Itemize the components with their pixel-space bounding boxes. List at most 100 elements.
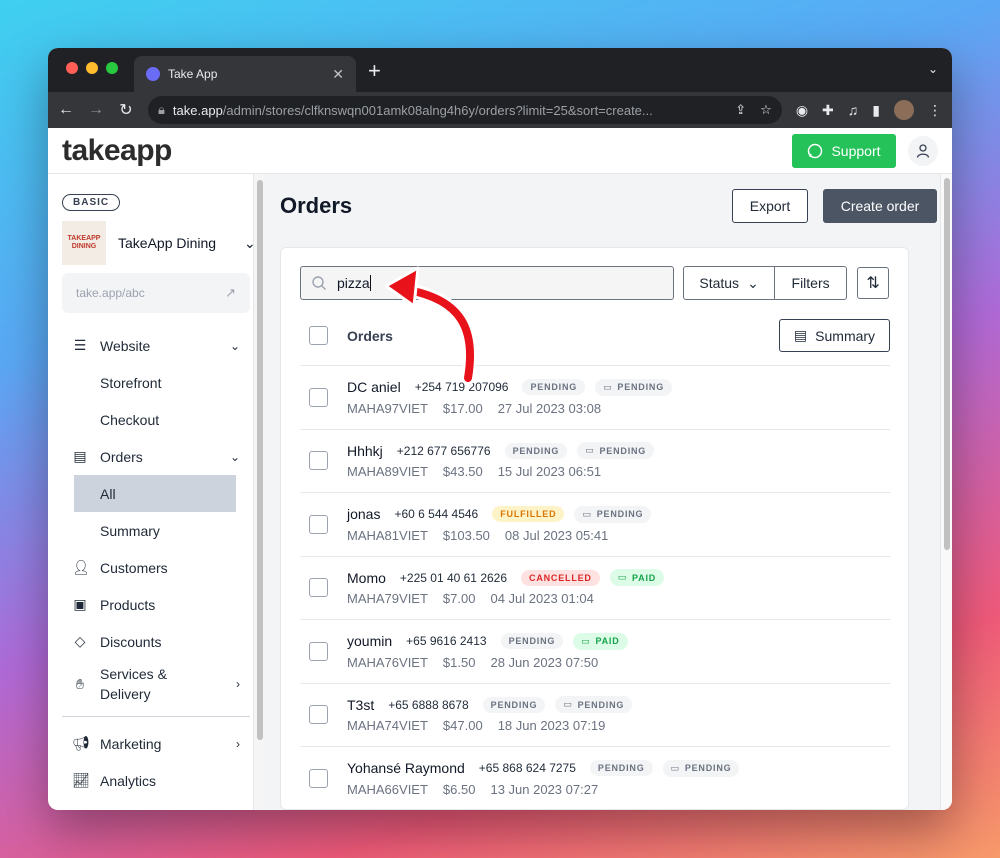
order-status-badge: CANCELLED [521, 569, 600, 586]
customer-name[interactable]: T3st [347, 697, 374, 713]
filter-button-group: Status ⌄ Filters [683, 266, 848, 300]
order-amount: $17.00 [442, 400, 483, 416]
sidebar-item-label: Marketing [100, 735, 162, 752]
customer-name[interactable]: youmin [347, 633, 392, 649]
minimize-window-button[interactable] [86, 62, 98, 74]
order-row[interactable]: DC aniel +254 719 207096 PENDING ▭ PENDIN… [300, 366, 890, 430]
list-header: Orders ▤ Summary [300, 306, 890, 366]
order-code: MAHA97VIET [347, 400, 428, 416]
sidebar-item-orders-summary[interactable]: Summary [62, 512, 250, 549]
zoom-window-button[interactable] [106, 62, 118, 74]
back-icon[interactable]: ← [58, 101, 74, 119]
url-host: take.app [172, 102, 223, 118]
card-icon: ▭ [585, 445, 595, 456]
window-controls [66, 62, 118, 74]
sidebar-item-orders[interactable]: ▤ Orders ⌄ [62, 438, 250, 475]
sort-arrows-icon: ⇅ [866, 275, 880, 292]
main-scrollbar[interactable] [940, 174, 952, 810]
chevron-down-icon: ⌄ [229, 338, 240, 353]
customer-name[interactable]: DC aniel [347, 379, 401, 395]
customer-name[interactable]: Hhhkj [347, 443, 383, 459]
order-checkbox[interactable] [309, 641, 328, 661]
sidebar-item-analytics[interactable]: 📈︎ Analytics [62, 762, 250, 799]
external-link-icon[interactable]: ↗ [225, 285, 236, 301]
order-checkbox[interactable] [309, 387, 328, 407]
chevron-down-icon: ⌄ [229, 449, 240, 464]
new-tab-icon[interactable]: + [368, 58, 381, 84]
search-input[interactable]: pizza [300, 266, 675, 300]
order-checkbox[interactable] [309, 705, 328, 725]
close-tab-icon[interactable]: ✕ [332, 66, 344, 83]
share-icon[interactable]: ⇪ [735, 102, 746, 118]
export-button[interactable]: Export [732, 188, 808, 223]
order-info: DC aniel +254 719 207096 PENDING ▭ PENDIN… [347, 376, 682, 418]
order-checkbox[interactable] [309, 578, 328, 598]
browser-tab[interactable]: Take App ✕ [134, 56, 356, 92]
order-row[interactable]: Momo +225 01 40 61 2626 CANCELLED ▭ PAID … [300, 557, 890, 620]
store-logo: TAKEAPP DINING [62, 221, 106, 265]
side-panel-icon[interactable]: ▮ [872, 102, 880, 119]
profile-avatar[interactable] [894, 100, 914, 120]
receipt-icon: ▤ [793, 327, 808, 343]
takeapp-logo[interactable]: takeapp [62, 134, 172, 168]
reload-icon[interactable]: ↻ [118, 100, 134, 120]
bookmark-star-icon[interactable]: ☆ [760, 102, 772, 118]
sort-button[interactable]: ⇅ [857, 267, 889, 299]
order-checkbox[interactable] [309, 768, 328, 788]
status-dropdown[interactable]: Status ⌄ [684, 267, 776, 299]
payment-status-badge: ▭ PENDING [662, 759, 740, 777]
media-control-icon[interactable]: ♫ [848, 102, 859, 118]
summary-button[interactable]: ▤ Summary [779, 319, 890, 352]
order-date: 04 Jul 2023 01:04 [490, 591, 594, 607]
order-checkbox[interactable] [309, 451, 328, 471]
order-row[interactable]: Yohansé Raymond +65 868 624 7275 PENDING… [300, 747, 890, 809]
user-account-button[interactable] [908, 135, 938, 166]
sidebar-item-website[interactable]: ☰ Website ⌄ [62, 327, 250, 364]
sidebar-item-customers[interactable]: 👤︎ Customers [62, 549, 250, 586]
password-manager-icon[interactable]: ◉ [796, 102, 808, 119]
store-switcher[interactable]: TAKEAPP DINING TakeApp Dining ⌄ [62, 221, 265, 265]
sidebar-scrollbar[interactable] [253, 174, 265, 810]
sidebar-item-checkout[interactable]: Checkout [62, 401, 250, 438]
payment-status-label: PENDING [617, 382, 664, 393]
order-amount: $43.50 [442, 464, 483, 480]
order-status-badge: PENDING [589, 760, 653, 777]
scrollbar-thumb[interactable] [944, 178, 950, 550]
sidebar-item-all-orders[interactable]: All [74, 475, 236, 512]
create-order-button[interactable]: Create order [823, 188, 937, 223]
address-bar[interactable]: 🔒︎ take.app/admin/stores/clfknswqn001amk… [148, 96, 782, 124]
support-button[interactable]: Support [792, 133, 896, 168]
chevron-right-icon: › [236, 677, 240, 691]
scrollbar-thumb[interactable] [257, 180, 263, 740]
forward-icon[interactable]: → [88, 101, 104, 119]
payment-status-label: PAID [595, 636, 620, 647]
sidebar-item-marketing[interactable]: 📢︎ Marketing › [62, 725, 250, 762]
tab-menu-chevron-icon[interactable]: ⌄ [928, 62, 938, 76]
close-window-button[interactable] [66, 62, 78, 74]
store-link[interactable]: take.app/abc ↗ [62, 273, 250, 313]
order-amount: $103.50 [442, 527, 490, 543]
plan-badge: BASIC [62, 194, 121, 211]
order-checkbox[interactable] [309, 514, 328, 534]
browser-menu-icon[interactable]: ⋮ [928, 102, 942, 119]
order-row[interactable]: Hhhkj +212 677 656776 PENDING ▭ PENDING M… [300, 430, 890, 493]
sidebar-item-storefront[interactable]: Storefront [62, 364, 250, 401]
sidebar-item-products[interactable]: ▣ Products [62, 586, 250, 623]
order-row[interactable]: jonas +60 6 544 4546 FULFILLED ▭ PENDING … [300, 493, 890, 557]
order-row[interactable]: youmin +65 9616 2413 PENDING ▭ PAID MAHA7… [300, 620, 890, 684]
card-icon: ▭ [582, 508, 592, 519]
status-label: Status [699, 275, 740, 291]
customer-name[interactable]: jonas [347, 506, 380, 522]
tab-title: Take App [168, 67, 218, 81]
filters-button[interactable]: Filters [775, 267, 846, 299]
customer-name[interactable]: Yohansé Raymond [347, 760, 465, 776]
sidebar-item-discounts[interactable]: ◇ Discounts [62, 623, 250, 660]
order-info: T3st +65 6888 8678 PENDING ▭ PENDING MAHA… [347, 694, 642, 736]
order-row[interactable]: T3st +65 6888 8678 PENDING ▭ PENDING MAHA… [300, 684, 890, 747]
customer-name[interactable]: Momo [347, 570, 386, 586]
extensions-puzzle-icon[interactable]: ✚ [822, 102, 834, 119]
order-code: MAHA79VIET [347, 591, 428, 607]
select-all-checkbox[interactable] [309, 326, 328, 345]
sidebar-item-services-delivery[interactable]: ✋︎ Services & Delivery › [62, 660, 250, 708]
payment-status-badge: ▭ PENDING [595, 378, 672, 396]
